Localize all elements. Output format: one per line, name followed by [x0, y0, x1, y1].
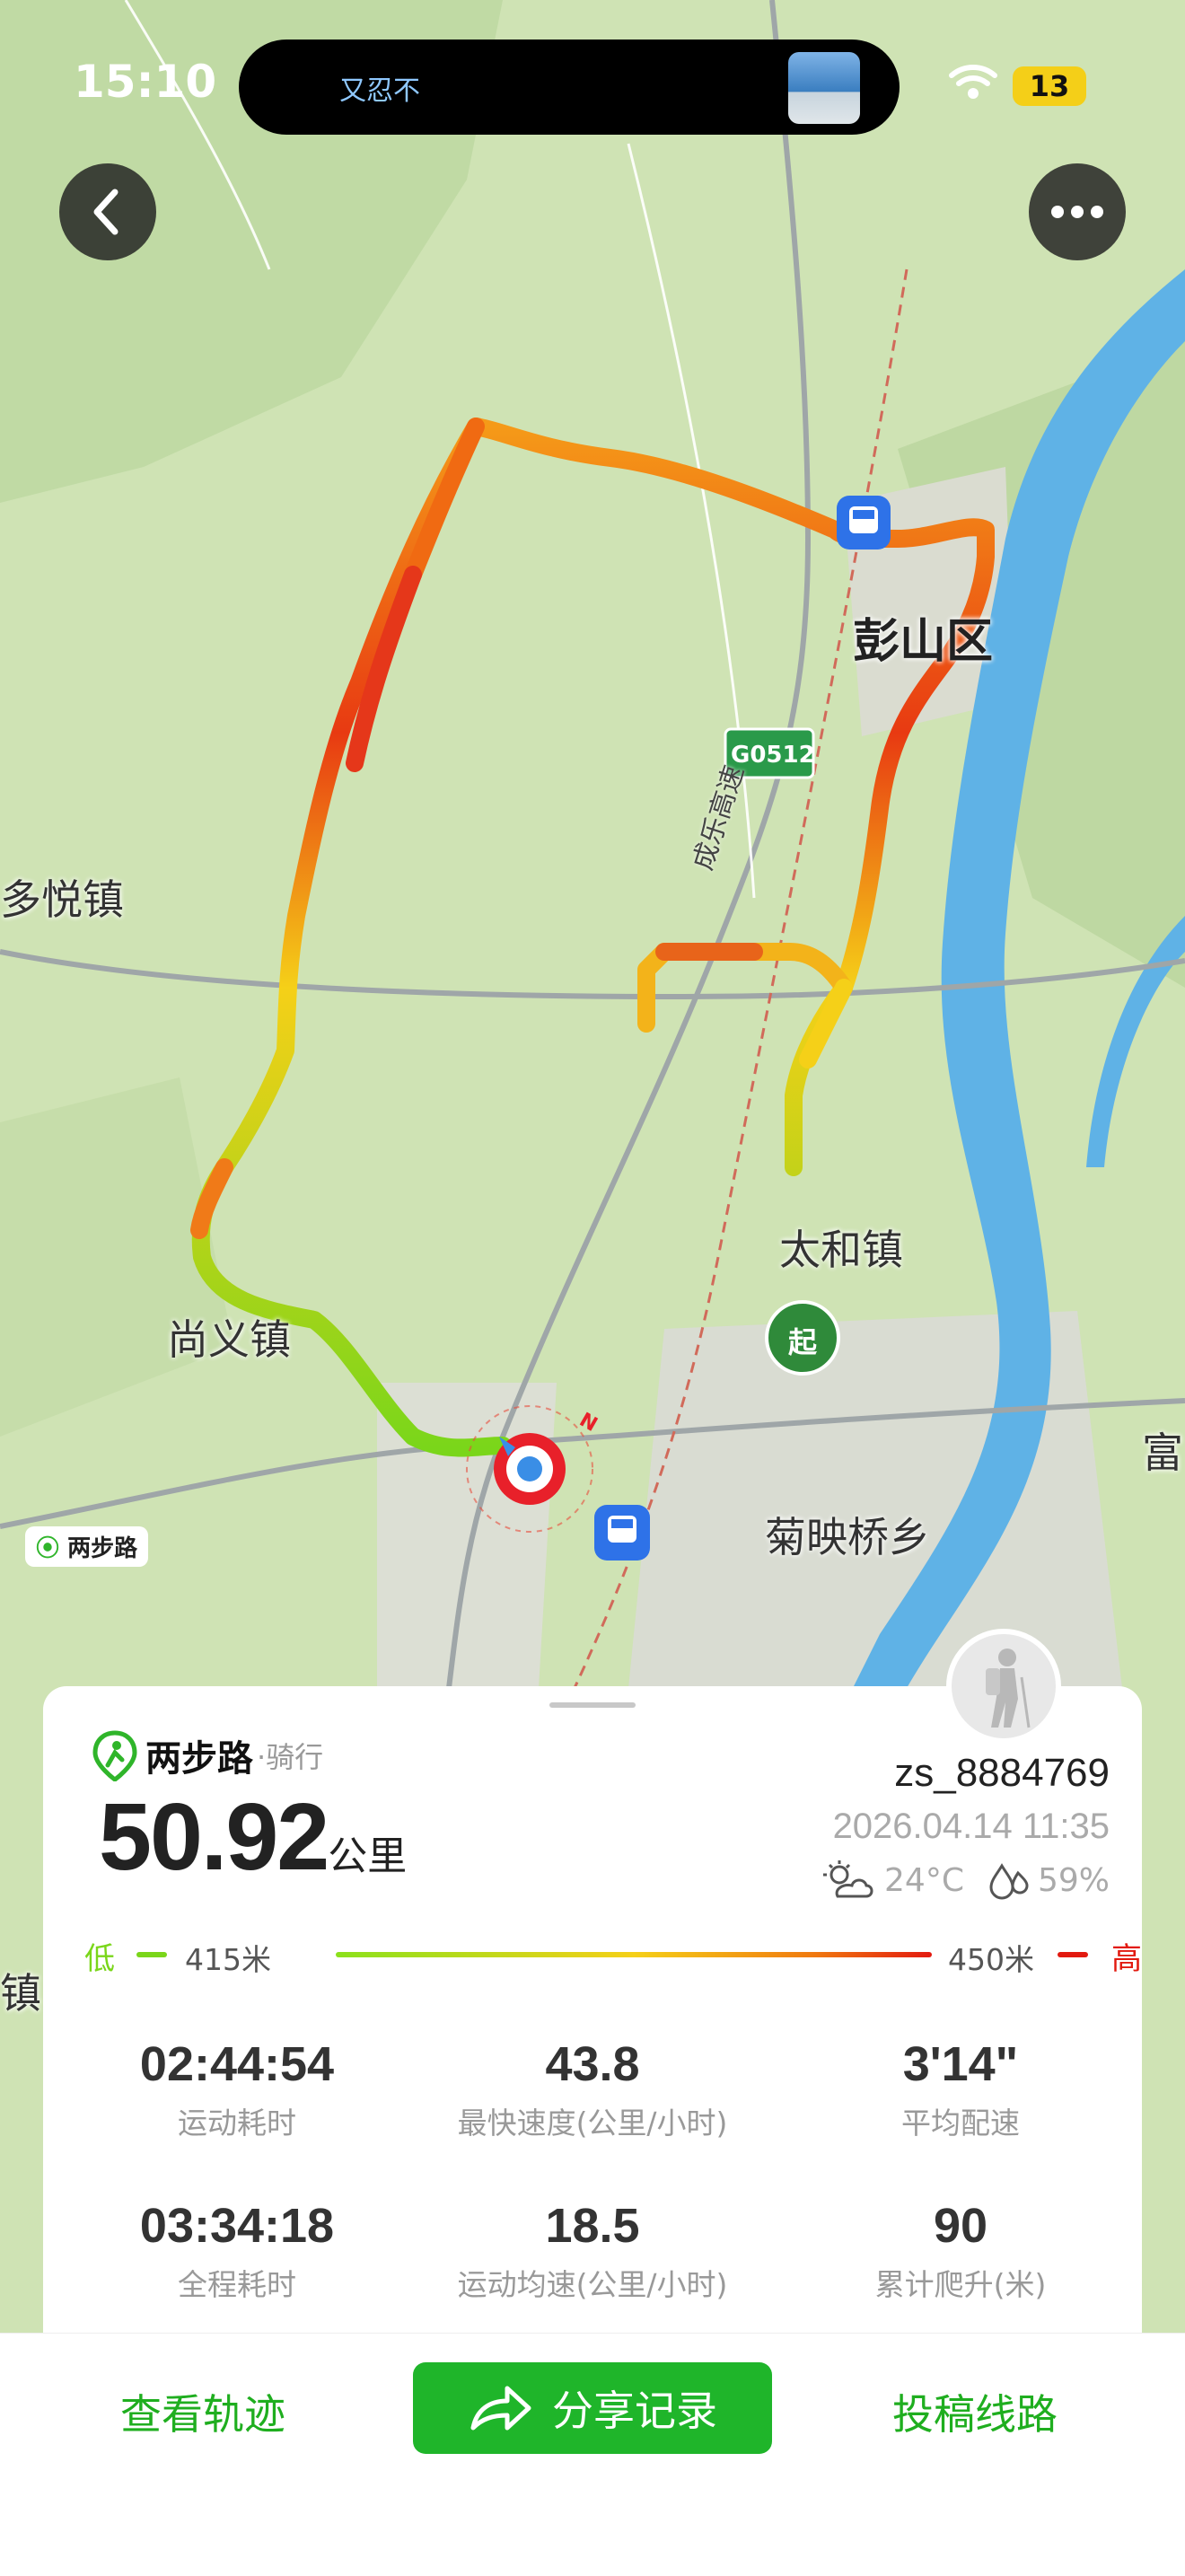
temperature: 24°C: [884, 1861, 964, 1899]
share-arrow-icon: [470, 2386, 531, 2431]
now-playing-title: 又忍不: [339, 75, 420, 107]
hiker-avatar-icon: [986, 1648, 1031, 1728]
elevation-high-swatch: [1058, 1952, 1088, 1957]
watermark-text: 两步路: [67, 1535, 138, 1562]
brand-row: 两步路 ·骑行: [92, 1729, 323, 1781]
stat-value: 18.5: [545, 2199, 640, 2253]
map-label-duoyue: 多悦镇: [0, 875, 124, 924]
distance-unit: 公里: [328, 1833, 408, 1879]
brand-name: 两步路: [145, 1738, 253, 1780]
train-station-icon: [837, 496, 891, 549]
stat-value: 3'14": [902, 2037, 1019, 2091]
map-label-juying: 菊映桥乡: [765, 1513, 930, 1561]
stat-label: 累计爬升(米): [874, 2267, 1047, 2302]
map-label-shangyi: 尚义镇: [167, 1315, 291, 1364]
summary-card: 两步路 ·骑行 50.92公里 zs_8884769 2026.04.14 11…: [43, 1686, 1142, 2333]
battery-indicator: 13: [1013, 66, 1086, 106]
share-record-button[interactable]: 分享记录: [413, 2362, 772, 2454]
weather-row: 24°C 59%: [821, 1859, 1110, 1902]
avatar[interactable]: [946, 1629, 1061, 1744]
elevation-high-label: 高: [1111, 1941, 1142, 1977]
humidity: 59%: [1037, 1861, 1110, 1899]
stat-value: 02:44:54: [139, 2037, 335, 2091]
stat-elevation-gain: 90 累计爬升(米): [781, 2198, 1140, 2304]
elevation-legend: 低 415米 450米 高: [84, 1930, 1142, 1977]
elevation-low-label: 低: [84, 1941, 115, 1977]
elevation-low-swatch: [136, 1952, 167, 1957]
elevation-gradient-bar: [336, 1952, 932, 1957]
stat-max-speed: 43.8 最快速度(公里/小时): [413, 2036, 772, 2142]
stat-value: 90: [933, 2199, 988, 2253]
stat-label: 最快速度(公里/小时): [457, 2106, 728, 2141]
elevation-low-value: 415米: [185, 1942, 271, 1977]
chevron-left-icon: [93, 189, 118, 235]
drag-handle[interactable]: [549, 1702, 636, 1708]
now-playing-artwork: [788, 52, 860, 124]
stat-label: 运动均速(公里/小时): [457, 2267, 728, 2302]
train-station-icon: [594, 1505, 650, 1561]
record-datetime: 2026.04.14 11:35: [832, 1807, 1110, 1846]
map-label-zhen: 镇: [0, 1969, 41, 2018]
start-marker-label: 起: [787, 1325, 817, 1359]
stat-value: 03:34:18: [139, 2199, 335, 2253]
status-bar: 15:10 又忍不 13: [0, 0, 1185, 171]
view-track-button[interactable]: 查看轨迹: [120, 2382, 285, 2441]
watermark-logo-icon: ⦿: [36, 1535, 60, 1562]
more-dots-icon: [1051, 206, 1103, 218]
distance-value: 50.92: [99, 1784, 329, 1890]
stat-label: 全程耗时: [178, 2267, 296, 2302]
map-label-taihe: 太和镇: [779, 1226, 903, 1274]
map-label-fu: 富: [1142, 1429, 1183, 1477]
stat-avg-speed: 18.5 运动均速(公里/小时): [413, 2198, 772, 2304]
map-watermark: ⦿ 两步路: [25, 1526, 149, 1567]
partly-cloudy-icon: [823, 1860, 873, 1898]
brand-logo-icon: [92, 1730, 137, 1781]
back-button[interactable]: [59, 163, 156, 260]
stat-value: 43.8: [545, 2037, 640, 2091]
stat-label: 平均配速: [901, 2106, 1020, 2141]
distance-display: 50.92公里: [99, 1783, 407, 1892]
stat-label: 运动耗时: [178, 2106, 296, 2141]
humidity-icon: [989, 1863, 1029, 1900]
share-record-label: 分享记录: [552, 2387, 717, 2435]
highway-badge-label: G0512: [731, 742, 815, 769]
activity-type: ·骑行: [257, 1740, 324, 1774]
dynamic-island[interactable]: 又忍不: [239, 40, 900, 135]
stat-total-time: 03:34:18 全程耗时: [57, 2198, 417, 2304]
more-button[interactable]: [1029, 163, 1126, 260]
stat-moving-time: 02:44:54 运动耗时: [57, 2036, 417, 2142]
map-label-pengshan: 彭山区: [853, 615, 994, 669]
wifi-icon: [949, 65, 997, 99]
status-time: 15:10: [74, 56, 217, 108]
elevation-high-value: 450米: [948, 1942, 1034, 1977]
bottom-action-bar: 查看轨迹 分享记录 投稿线路: [0, 2333, 1185, 2576]
stat-avg-pace: 3'14" 平均配速: [781, 2036, 1140, 2142]
submit-route-button[interactable]: 投稿线路: [892, 2382, 1058, 2441]
username: zs_8884769: [894, 1751, 1110, 1795]
